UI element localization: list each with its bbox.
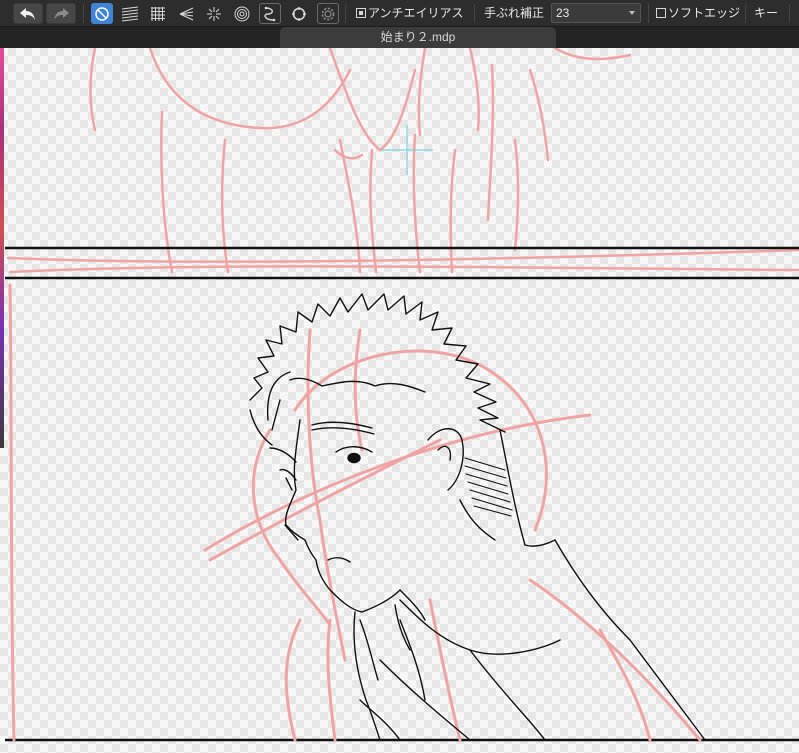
- ruler-settings-button[interactable]: [317, 3, 339, 24]
- radial-ruler-icon: [207, 6, 221, 21]
- lower-panel-sketch: [8, 283, 702, 742]
- document-tab[interactable]: 始まり２.mdp: [280, 27, 556, 48]
- upper-panel-sketch: [6, 48, 799, 274]
- soft-edge-label: ソフトエッジ: [668, 6, 741, 20]
- concentric-circle-ruler-icon: [234, 6, 250, 21]
- antialias-label: アンチエイリアス: [368, 6, 464, 20]
- ruler-settings-gear-icon: [321, 7, 335, 20]
- antialias-check-box[interactable]: [356, 8, 366, 18]
- main-toolbar: アンチエイリアス 手ぶれ補正 23 ソフトエッジ キー: [0, 0, 799, 27]
- tool-symmetry-ruler[interactable]: [288, 3, 310, 24]
- tool-grid-ruler[interactable]: [147, 3, 169, 24]
- canvas-artwork: [5, 48, 799, 742]
- redo-arrow-icon: [54, 7, 69, 20]
- undo-arrow-icon: [20, 7, 35, 20]
- grid-ruler-icon: [151, 6, 165, 21]
- panel-borders: [5, 246, 799, 742]
- soft-edge-check-box[interactable]: [656, 8, 666, 18]
- toolbar-separator: [83, 4, 84, 23]
- tool-no-ruler[interactable]: [91, 3, 113, 24]
- color-edge-strip: [0, 48, 4, 448]
- tool-concentric-ruler[interactable]: [231, 3, 253, 24]
- chevron-down-icon: [629, 11, 635, 15]
- drawing-canvas[interactable]: [0, 48, 799, 753]
- soft-edge-checkbox[interactable]: ソフトエッジ: [656, 5, 740, 22]
- stabilizer-select[interactable]: 23: [551, 3, 641, 23]
- cursor-crosshair-icon: [381, 125, 433, 175]
- key-label: キー: [754, 6, 779, 20]
- document-tab-bar: 始まり２.mdp: [0, 27, 799, 48]
- toolbar-separator: [474, 4, 475, 23]
- toolbar-separator: [789, 4, 790, 23]
- perspective-ruler-icon: [179, 7, 194, 20]
- no-ruler-icon: [95, 6, 109, 21]
- curve-ruler-icon: [264, 6, 276, 21]
- parallel-lines-ruler-icon: [121, 6, 139, 21]
- tool-perspective-ruler[interactable]: [175, 3, 197, 24]
- toolbar-separator: [648, 4, 649, 23]
- stabilizer-value: 23: [556, 6, 570, 20]
- tool-curve-ruler[interactable]: [259, 3, 281, 24]
- toolbar-separator: [345, 4, 346, 23]
- antialias-checkbox[interactable]: アンチエイリアス: [356, 5, 464, 22]
- tool-parallel-lines-ruler[interactable]: [119, 3, 141, 24]
- toolbar-separator: [745, 4, 746, 23]
- symmetry-ruler-icon: [292, 6, 306, 21]
- undo-button[interactable]: [13, 3, 43, 24]
- redo-button[interactable]: [46, 3, 76, 24]
- tool-radial-ruler[interactable]: [203, 3, 225, 24]
- stabilizer-label: 手ぶれ補正: [484, 6, 545, 20]
